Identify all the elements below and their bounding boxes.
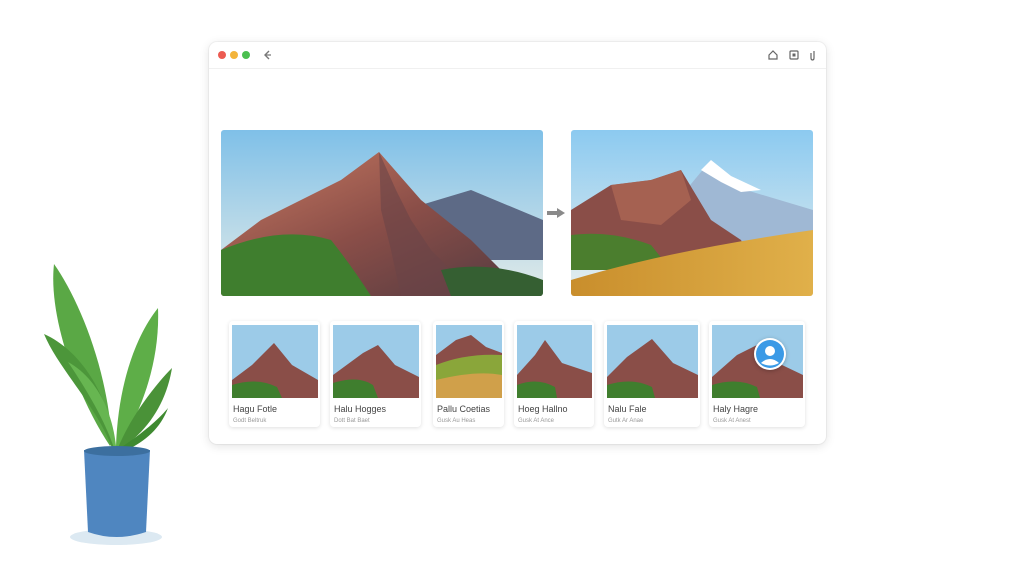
thumbnail-title: Hoeg Hallno	[518, 404, 568, 414]
thumbnail-image	[517, 325, 592, 398]
paperclip-icon[interactable]	[806, 48, 820, 62]
thumbnail-card-2[interactable]: Halu Hogges Dott Bat Baet	[330, 321, 421, 427]
close-button[interactable]	[218, 51, 226, 59]
thumbnail-card-5[interactable]: Nalu Fale Gutk Ar Anae	[604, 321, 700, 427]
thumbnail-subtitle: Gusk Au Heas	[437, 418, 476, 424]
thumbnail-subtitle: Godt Beltruk	[233, 418, 267, 424]
after-image	[571, 130, 813, 296]
thumbnail-subtitle: Gutk Ar Anae	[608, 418, 644, 424]
thumbnail-subtitle: Dott Bat Baet	[334, 418, 370, 424]
thumbnail-image	[436, 325, 502, 398]
thumbnail-image	[333, 325, 419, 398]
thumbnail-card-6[interactable]: Haly Hagre Gusk At Anest	[709, 321, 805, 427]
home-icon[interactable]	[766, 48, 780, 62]
thumbnail-subtitle: Gusk At Ance	[518, 418, 555, 424]
user-avatar-icon[interactable]	[754, 338, 786, 370]
thumbnail-title: Halu Hogges	[334, 404, 387, 414]
thumbnail-title: Pallu Coetias	[437, 404, 491, 414]
maximize-button[interactable]	[242, 51, 250, 59]
thumbnail-title: Nalu Fale	[608, 404, 647, 414]
thumbnail-title: Haly Hagre	[713, 404, 759, 414]
screen-icon[interactable]	[787, 48, 801, 62]
thumbnail-card-4[interactable]: Hoeg Hallno Gusk At Ance	[514, 321, 594, 427]
thumbnail-title: Hagu Fotle	[233, 404, 278, 414]
before-image	[221, 130, 543, 296]
right-arrow-icon	[545, 206, 567, 220]
thumbnail-image	[607, 325, 698, 398]
thumbnail-image	[232, 325, 318, 398]
window-titlebar	[209, 42, 826, 69]
minimize-button[interactable]	[230, 51, 238, 59]
potted-plant-illustration	[38, 258, 178, 550]
thumbnail-card-1[interactable]: Hagu Fotle Godt Beltruk	[229, 321, 320, 427]
browser-window: Hagu Fotle Godt Beltruk Halu Hogges Dott…	[209, 42, 826, 444]
back-arrow-icon[interactable]	[260, 48, 274, 62]
thumbnail-subtitle: Gusk At Anest	[713, 418, 751, 424]
thumbnail-card-3[interactable]: Pallu Coetias Gusk Au Heas	[433, 321, 504, 427]
